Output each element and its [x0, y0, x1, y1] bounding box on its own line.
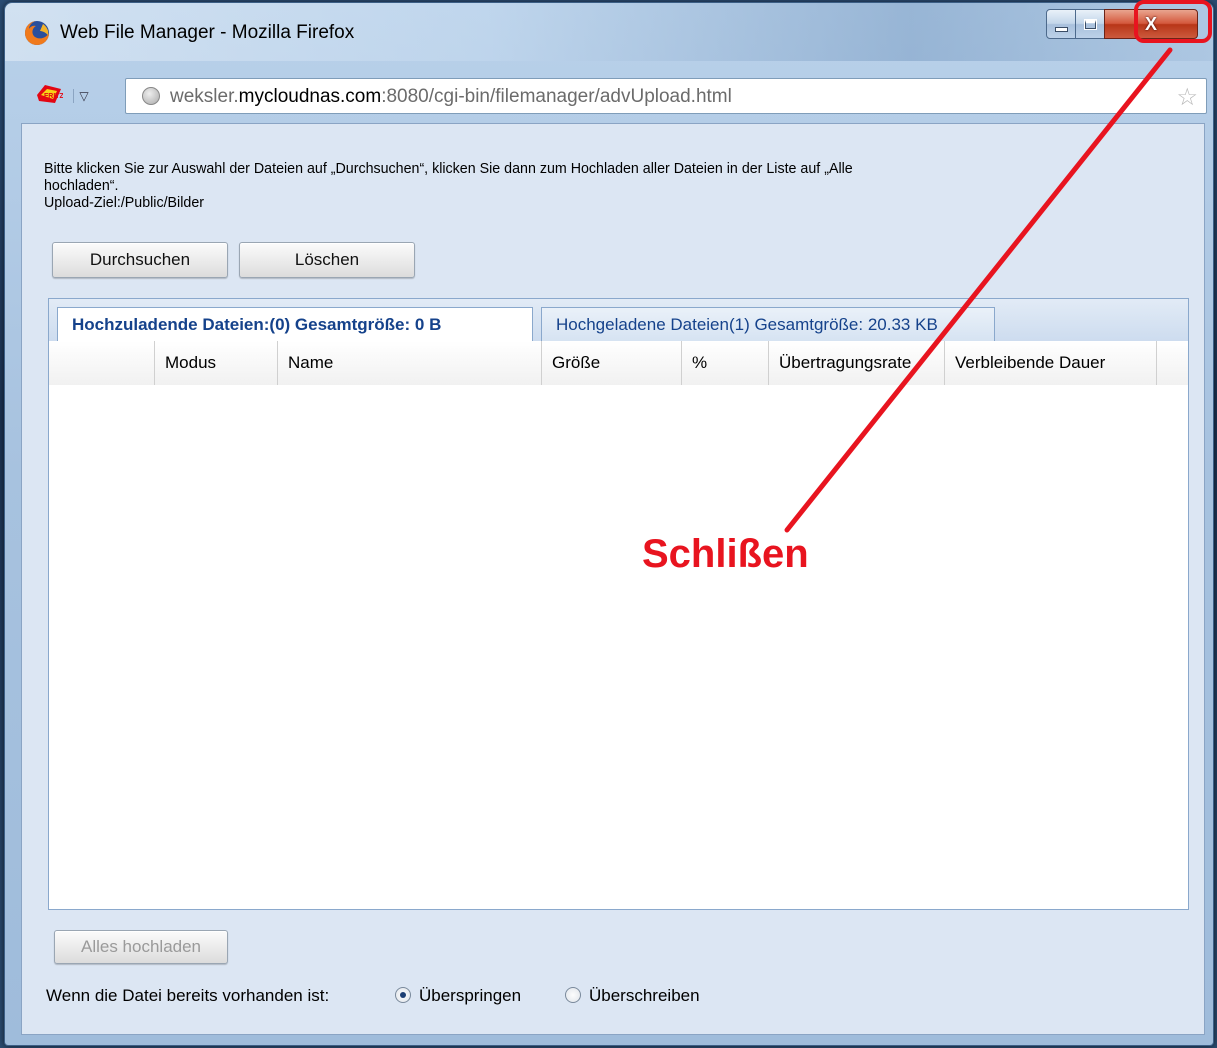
column-header-name[interactable]: Name: [278, 341, 542, 385]
tab-strip: Hochzuladende Dateien:(0) Gesamtgröße: 0…: [49, 299, 1188, 342]
upload-all-button[interactable]: Alles hochladen: [54, 930, 228, 964]
column-header-remaining-time[interactable]: Verbleibende Dauer: [945, 341, 1157, 385]
maximize-icon: [1083, 18, 1097, 30]
column-header-mode[interactable]: Modus: [155, 341, 278, 385]
annotation-label: Schlißen: [642, 532, 809, 576]
site-dropdown-icon[interactable]: ▽: [73, 89, 94, 103]
column-header-percent[interactable]: %: [682, 341, 769, 385]
minimize-icon: [1054, 26, 1068, 32]
column-header-size[interactable]: Größe: [542, 341, 682, 385]
maximize-button[interactable]: [1075, 9, 1105, 39]
radio-overwrite[interactable]: [565, 987, 581, 1003]
browse-button[interactable]: Durchsuchen: [52, 242, 228, 278]
fritz-icon[interactable]: FRITZ: [35, 83, 63, 105]
address-bar[interactable]: weksler.mycloudnas.com:8080/cgi-bin/file…: [125, 78, 1207, 114]
url-host: mycloudnas.com: [238, 86, 382, 107]
title-bar[interactable]: Web File Manager - Mozilla Firefox X: [5, 3, 1213, 61]
tab-uploaded-files[interactable]: Hochgeladene Dateien(1) Gesamtgröße: 20.…: [541, 307, 995, 341]
column-header-extra: [1157, 341, 1188, 385]
radio-overwrite-label[interactable]: Überschreiben: [589, 986, 700, 1006]
column-header-transfer-rate[interactable]: Übertragungsrate: [769, 341, 945, 385]
bookmark-star-icon[interactable]: ☆: [1176, 83, 1198, 112]
minimize-button[interactable]: [1046, 9, 1076, 39]
table-header: Modus Name Größe % Übertragungsrate Verb…: [49, 341, 1188, 386]
url-path: :8080/cgi-bin/filemanager/advUpload.html: [381, 86, 732, 107]
url-text: weksler.mycloudnas.com:8080/cgi-bin/file…: [170, 86, 732, 108]
svg-text:FRITZ: FRITZ: [44, 93, 63, 100]
window-title: Web File Manager - Mozilla Firefox: [60, 22, 355, 43]
delete-button[interactable]: Löschen: [239, 242, 415, 278]
upload-target: Upload-Ziel:/Public/Bilder: [44, 194, 204, 211]
instruction-line-2: hochladen“.: [44, 177, 119, 194]
url-prefix: weksler.: [170, 86, 239, 107]
instruction-line-1: Bitte klicken Sie zur Auswahl der Dateie…: [44, 160, 853, 177]
file-panel: Hochzuladende Dateien:(0) Gesamtgröße: 0…: [48, 298, 1189, 910]
tab-pending-files[interactable]: Hochzuladende Dateien:(0) Gesamtgröße: 0…: [57, 307, 533, 342]
radio-skip[interactable]: [395, 987, 411, 1003]
close-highlight-annotation: [1134, 0, 1212, 43]
instruction-text: Bitte klicken Sie zur Auswahl der Dateie…: [44, 160, 1089, 211]
radio-skip-label[interactable]: Überspringen: [419, 986, 521, 1006]
navigation-bar: FRITZ ▽ weksler.mycloudnas.com:8080/cgi-…: [5, 69, 1213, 119]
upload-dialog: Bitte klicken Sie zur Auswahl der Dateie…: [21, 123, 1205, 1035]
globe-icon: [142, 87, 160, 105]
file-table-body: [49, 385, 1188, 909]
column-header-select[interactable]: [49, 341, 155, 385]
existing-file-label: Wenn die Datei bereits vorhanden ist:: [46, 986, 330, 1005]
browser-window: Web File Manager - Mozilla Firefox X FRI…: [4, 2, 1214, 1046]
firefox-icon: [25, 21, 49, 45]
